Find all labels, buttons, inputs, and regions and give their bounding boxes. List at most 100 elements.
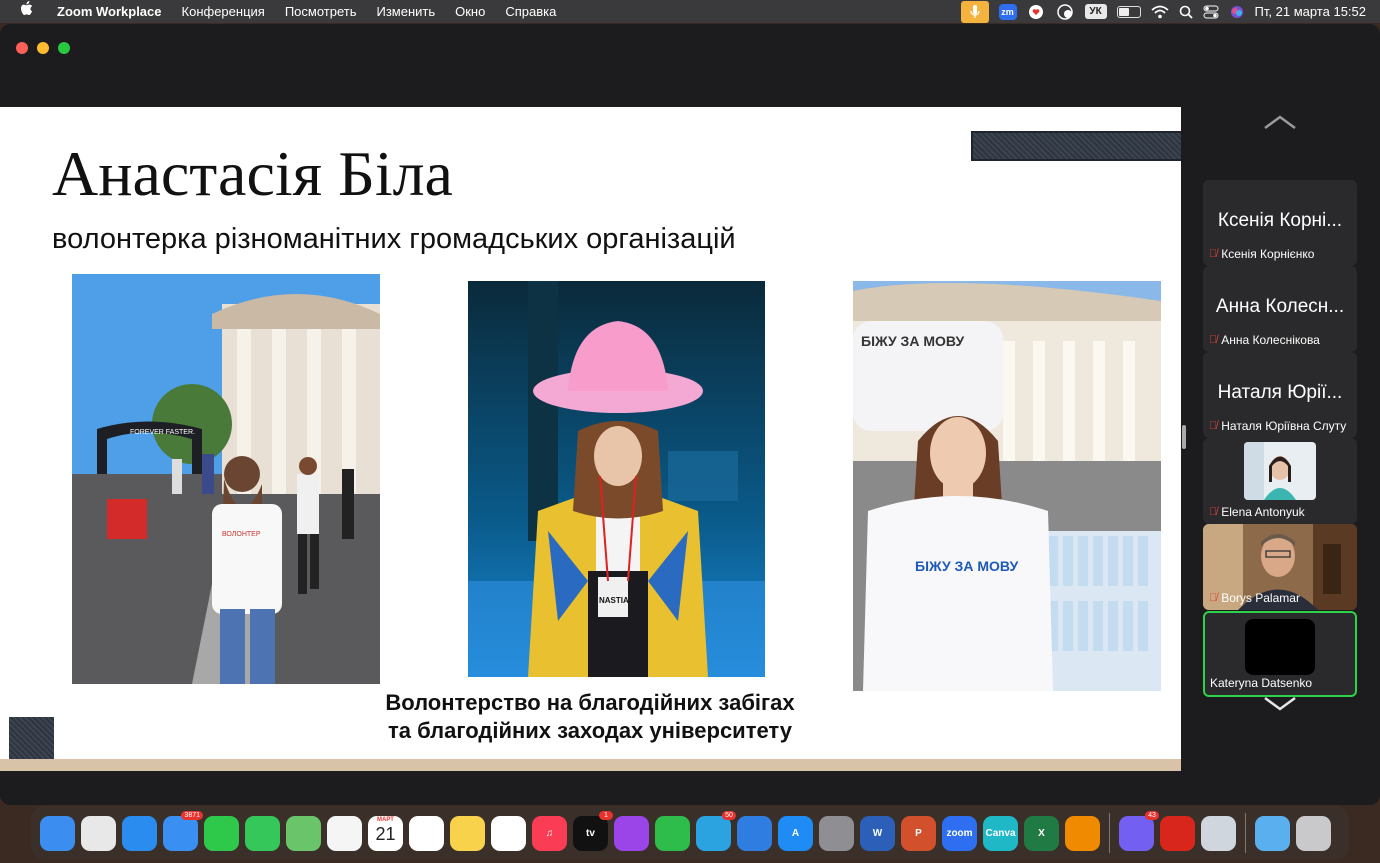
telegram-icon[interactable]: 50 <box>696 810 736 851</box>
siri-icon[interactable] <box>1229 4 1245 20</box>
dock-app-label: A <box>791 827 800 839</box>
wifi-icon[interactable] <box>1150 4 1169 20</box>
timer-icon[interactable] <box>1055 3 1075 20</box>
system-settings-icon[interactable] <box>819 815 854 851</box>
menu-bar: Zoom Workplace Конференция Посмотреть Из… <box>0 0 1380 23</box>
participant-video <box>1245 619 1315 675</box>
chevron-down-icon[interactable] <box>1262 694 1298 714</box>
slide-subtitle: волонтерка різноманітних громадських орг… <box>52 223 736 255</box>
dock-app-label: P <box>915 827 922 839</box>
menu-window[interactable]: Окно <box>445 0 495 23</box>
participant-video <box>1244 442 1316 500</box>
photo-marathon-volunteer: FOREVER FASTER. ВОЛОНТЕР <box>72 274 380 684</box>
podcasts-icon[interactable] <box>614 815 649 851</box>
dock-separator <box>1245 813 1246 853</box>
decorative-square <box>9 717 54 762</box>
keynote-icon[interactable] <box>737 815 772 851</box>
zoom-window: Анастасія Біла волонтерка різноманітних … <box>0 24 1380 805</box>
participant-name: Ксенія Корнієнко <box>1221 247 1315 261</box>
launchpad-icon[interactable] <box>81 815 116 851</box>
freeform-icon[interactable] <box>491 815 526 851</box>
slide-title: Анастасія Біла <box>52 138 453 209</box>
powerpoint-icon[interactable]: P <box>901 815 936 851</box>
notification-badge: 50 <box>722 810 736 820</box>
facetime-icon[interactable] <box>204 815 239 851</box>
search-icon[interactable] <box>1179 4 1193 20</box>
menu-app-name[interactable]: Zoom Workplace <box>47 0 172 23</box>
keyboard-layout[interactable]: УК <box>1084 4 1107 19</box>
window-minimize-button[interactable] <box>37 42 49 54</box>
zoom-icon[interactable]: zoom <box>942 815 977 851</box>
mic-muted-icon: 🎙̸ <box>1209 506 1218 518</box>
menu-view[interactable]: Посмотреть <box>275 0 367 23</box>
zoom-icon[interactable]: zm <box>998 3 1017 20</box>
menu-help[interactable]: Справка <box>495 0 566 23</box>
heart-chat-icon[interactable] <box>1027 4 1045 20</box>
participant-tile[interactable]: 🎙̸ Borys Palamar <box>1203 524 1357 610</box>
mail-icon[interactable]: 3871 <box>163 810 203 851</box>
menu-clock[interactable]: Пт, 21 марта 15:52 <box>1255 4 1366 19</box>
calendar-month: МАРТ <box>377 816 394 823</box>
participant-tile[interactable]: Анна Колесн... 🎙̸ Анна Колеснікова <box>1203 266 1357 352</box>
preview-icon[interactable] <box>1201 815 1236 851</box>
dock-app-label: W <box>872 827 883 839</box>
participant-tile-active-speaker[interactable]: Kateryna Datsenko <box>1203 611 1357 697</box>
dock-app-label: zoom <box>946 827 973 839</box>
notes-icon[interactable] <box>450 815 485 851</box>
calendar-icon[interactable]: МАРТ 21 <box>368 815 403 851</box>
word-icon[interactable]: W <box>860 815 895 851</box>
music-icon[interactable]: ♫ <box>532 815 567 851</box>
mic-muted-icon: 🎙̸ <box>1209 420 1218 432</box>
trash-icon[interactable] <box>1296 815 1331 851</box>
apple-tv-icon[interactable]: tv 1 <box>573 810 613 851</box>
apple-icon[interactable] <box>0 0 47 23</box>
panel-resize-handle[interactable] <box>1182 425 1186 449</box>
downloads-folder-icon[interactable] <box>1255 815 1290 851</box>
participant-tile[interactable]: 🎙̸ Elena Antonyuk <box>1203 438 1357 524</box>
messages-icon[interactable] <box>245 815 280 851</box>
participant-tile[interactable]: Ксенія Корні... 🎙̸ Ксенія Корнієнко <box>1203 180 1357 266</box>
dock-app-label: ♫ <box>545 827 554 839</box>
participant-name: Анна Колеснікова <box>1221 333 1320 347</box>
control-center-icon[interactable] <box>1203 4 1219 20</box>
participant-name: Наталя Юріївна Слуту <box>1221 419 1347 433</box>
window-maximize-button[interactable] <box>58 42 70 54</box>
photo3-shirt-text: БІЖУ ЗА МОВУ <box>915 558 1018 574</box>
shared-slide: Анастасія Біла волонтерка різноманітних … <box>0 107 1181 771</box>
menu-edit[interactable]: Изменить <box>366 0 445 23</box>
finder-icon[interactable] <box>40 815 75 851</box>
microphone-icon[interactable] <box>960 0 989 23</box>
window-close-button[interactable] <box>16 42 28 54</box>
photo-pink-hat: NASTIA <box>468 281 765 677</box>
maps-icon[interactable] <box>286 815 321 851</box>
photo3-banner-text: БІЖУ ЗА МОВУ <box>861 333 964 349</box>
adobe-acrobat-icon[interactable] <box>1160 815 1195 851</box>
mic-muted-icon: 🎙̸ <box>1209 334 1218 346</box>
photos-icon[interactable] <box>327 815 362 851</box>
reminders-icon[interactable] <box>409 815 444 851</box>
participant-display-name: Анна Колесн... <box>1215 296 1345 317</box>
dock-app-label: Canva <box>985 827 1016 839</box>
notification-badge: 43 <box>1145 810 1159 820</box>
mic-muted-icon: 🎙̸ <box>1209 248 1218 260</box>
battery-icon[interactable] <box>1116 4 1141 20</box>
participant-name: Kateryna Datsenko <box>1210 676 1313 690</box>
vlc-icon[interactable] <box>1065 815 1100 851</box>
participant-display-name: Наталя Юрії... <box>1217 382 1343 403</box>
menu-conference[interactable]: Конференция <box>172 0 275 23</box>
dock-app-label: tv <box>586 827 595 839</box>
participant-tile[interactable]: Наталя Юрії... 🎙̸ Наталя Юріївна Слуту <box>1203 352 1357 438</box>
participant-panel: Ксенія Корні... 🎙̸ Ксенія Корнієнко Анна … <box>1203 156 1357 697</box>
participant-display-name: Ксенія Корні... <box>1217 210 1343 231</box>
excel-icon[interactable]: X <box>1024 815 1059 851</box>
app-store-icon[interactable]: A <box>778 815 813 851</box>
chevron-up-icon[interactable] <box>1262 112 1298 132</box>
dock-separator <box>1109 813 1110 853</box>
dock-app-label: X <box>1038 827 1045 839</box>
viber-icon[interactable]: 43 <box>1119 810 1159 851</box>
dock: 3871 МАРТ 21 ♫ tv 1 50 A W Pzoom Canva X 43 <box>31 806 1349 860</box>
numbers-icon[interactable] <box>655 815 690 851</box>
canva-icon[interactable]: Canva <box>983 815 1018 851</box>
safari-icon[interactable] <box>122 815 157 851</box>
photo1-arch-text: FOREVER FASTER. <box>130 429 195 436</box>
